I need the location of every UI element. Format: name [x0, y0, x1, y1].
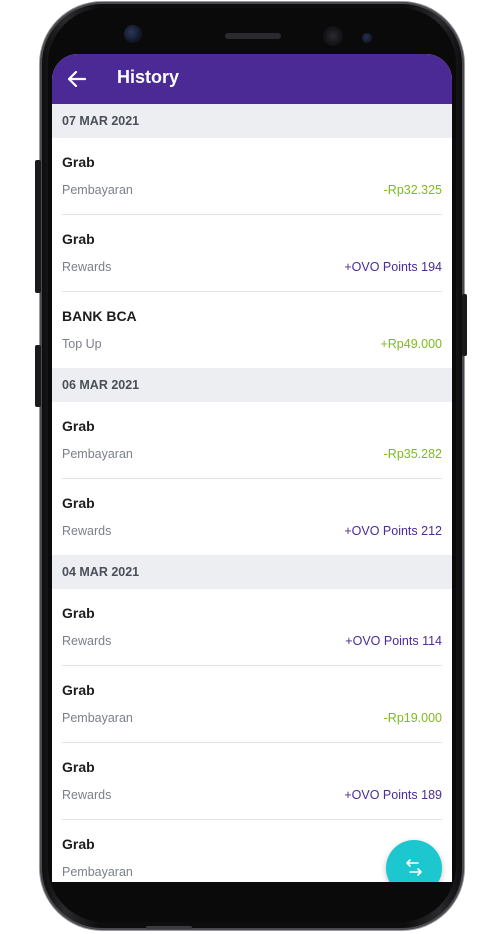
transaction-title: Grab — [62, 836, 95, 852]
date-header: 06 MAR 2021 — [52, 368, 452, 402]
transaction-title: Grab — [62, 682, 95, 698]
transaction-title: Grab — [62, 418, 95, 434]
transaction-type: Rewards — [62, 634, 112, 648]
transaction-amount: +Rp49.000 — [380, 337, 442, 351]
transaction-amount: +OVO Points 212 — [344, 524, 442, 538]
transaction-amount: -Rp19.000 — [383, 711, 442, 725]
transaction-item[interactable]: Grab Pembayaran -Rp19.000 — [62, 666, 442, 743]
transaction-type: Pembayaran — [62, 447, 133, 461]
iris-sensor-icon — [323, 26, 343, 46]
transaction-type: Rewards — [62, 524, 112, 538]
transaction-item[interactable]: Grab Rewards +OVO Points 114 — [62, 589, 442, 666]
transaction-item[interactable]: Grab Pembayaran -R — [62, 820, 442, 882]
transaction-type: Rewards — [62, 260, 112, 274]
arrow-left-icon — [68, 71, 86, 87]
transaction-item[interactable]: Grab Pembayaran -Rp35.282 — [62, 402, 442, 479]
page-title: History — [117, 67, 180, 87]
transaction-type: Rewards — [62, 788, 112, 802]
transaction-title: Grab — [62, 605, 95, 621]
earpiece-speaker — [225, 33, 281, 39]
app-bar: History — [52, 54, 452, 104]
bottom-edge — [146, 926, 192, 929]
power-button — [462, 294, 467, 356]
front-camera-icon — [124, 25, 142, 43]
transaction-title: Grab — [62, 154, 95, 170]
transaction-title: Grab — [62, 495, 95, 511]
bixby-button — [35, 345, 41, 407]
transaction-item[interactable]: Grab Rewards +OVO Points 189 — [62, 743, 442, 820]
transaction-amount: +OVO Points 114 — [345, 634, 442, 648]
volume-button — [35, 160, 41, 293]
date-header: 07 MAR 2021 — [52, 104, 452, 138]
transaction-item[interactable]: Grab Pembayaran -Rp32.325 — [62, 138, 442, 215]
transaction-type: Pembayaran — [62, 711, 133, 725]
transaction-amount: +OVO Points 194 — [344, 260, 442, 274]
swap-arrows-icon — [406, 859, 422, 876]
transaction-amount: +OVO Points 189 — [344, 788, 442, 802]
transaction-amount: -Rp32.325 — [383, 183, 442, 197]
transaction-type: Top Up — [62, 337, 102, 351]
history-list: 07 MAR 2021 Grab Pembayaran -Rp32.325 Gr… — [52, 104, 452, 882]
transaction-type: Pembayaran — [62, 183, 133, 197]
transaction-item[interactable]: BANK BCA Top Up +Rp49.000 — [62, 292, 442, 368]
app-screen: History 07 MAR 2021 Grab Pembayaran -Rp3… — [52, 54, 452, 882]
back-button[interactable] — [64, 66, 90, 92]
transaction-title: Grab — [62, 759, 95, 775]
transaction-title: BANK BCA — [62, 308, 137, 324]
transaction-item[interactable]: Grab Rewards +OVO Points 194 — [62, 215, 442, 292]
proximity-sensor-icon — [362, 33, 372, 43]
transaction-type: Pembayaran — [62, 865, 133, 879]
transaction-item[interactable]: Grab Rewards +OVO Points 212 — [62, 479, 442, 555]
transaction-title: Grab — [62, 231, 95, 247]
date-header: 04 MAR 2021 — [52, 555, 452, 589]
transaction-amount: -Rp35.282 — [383, 447, 442, 461]
